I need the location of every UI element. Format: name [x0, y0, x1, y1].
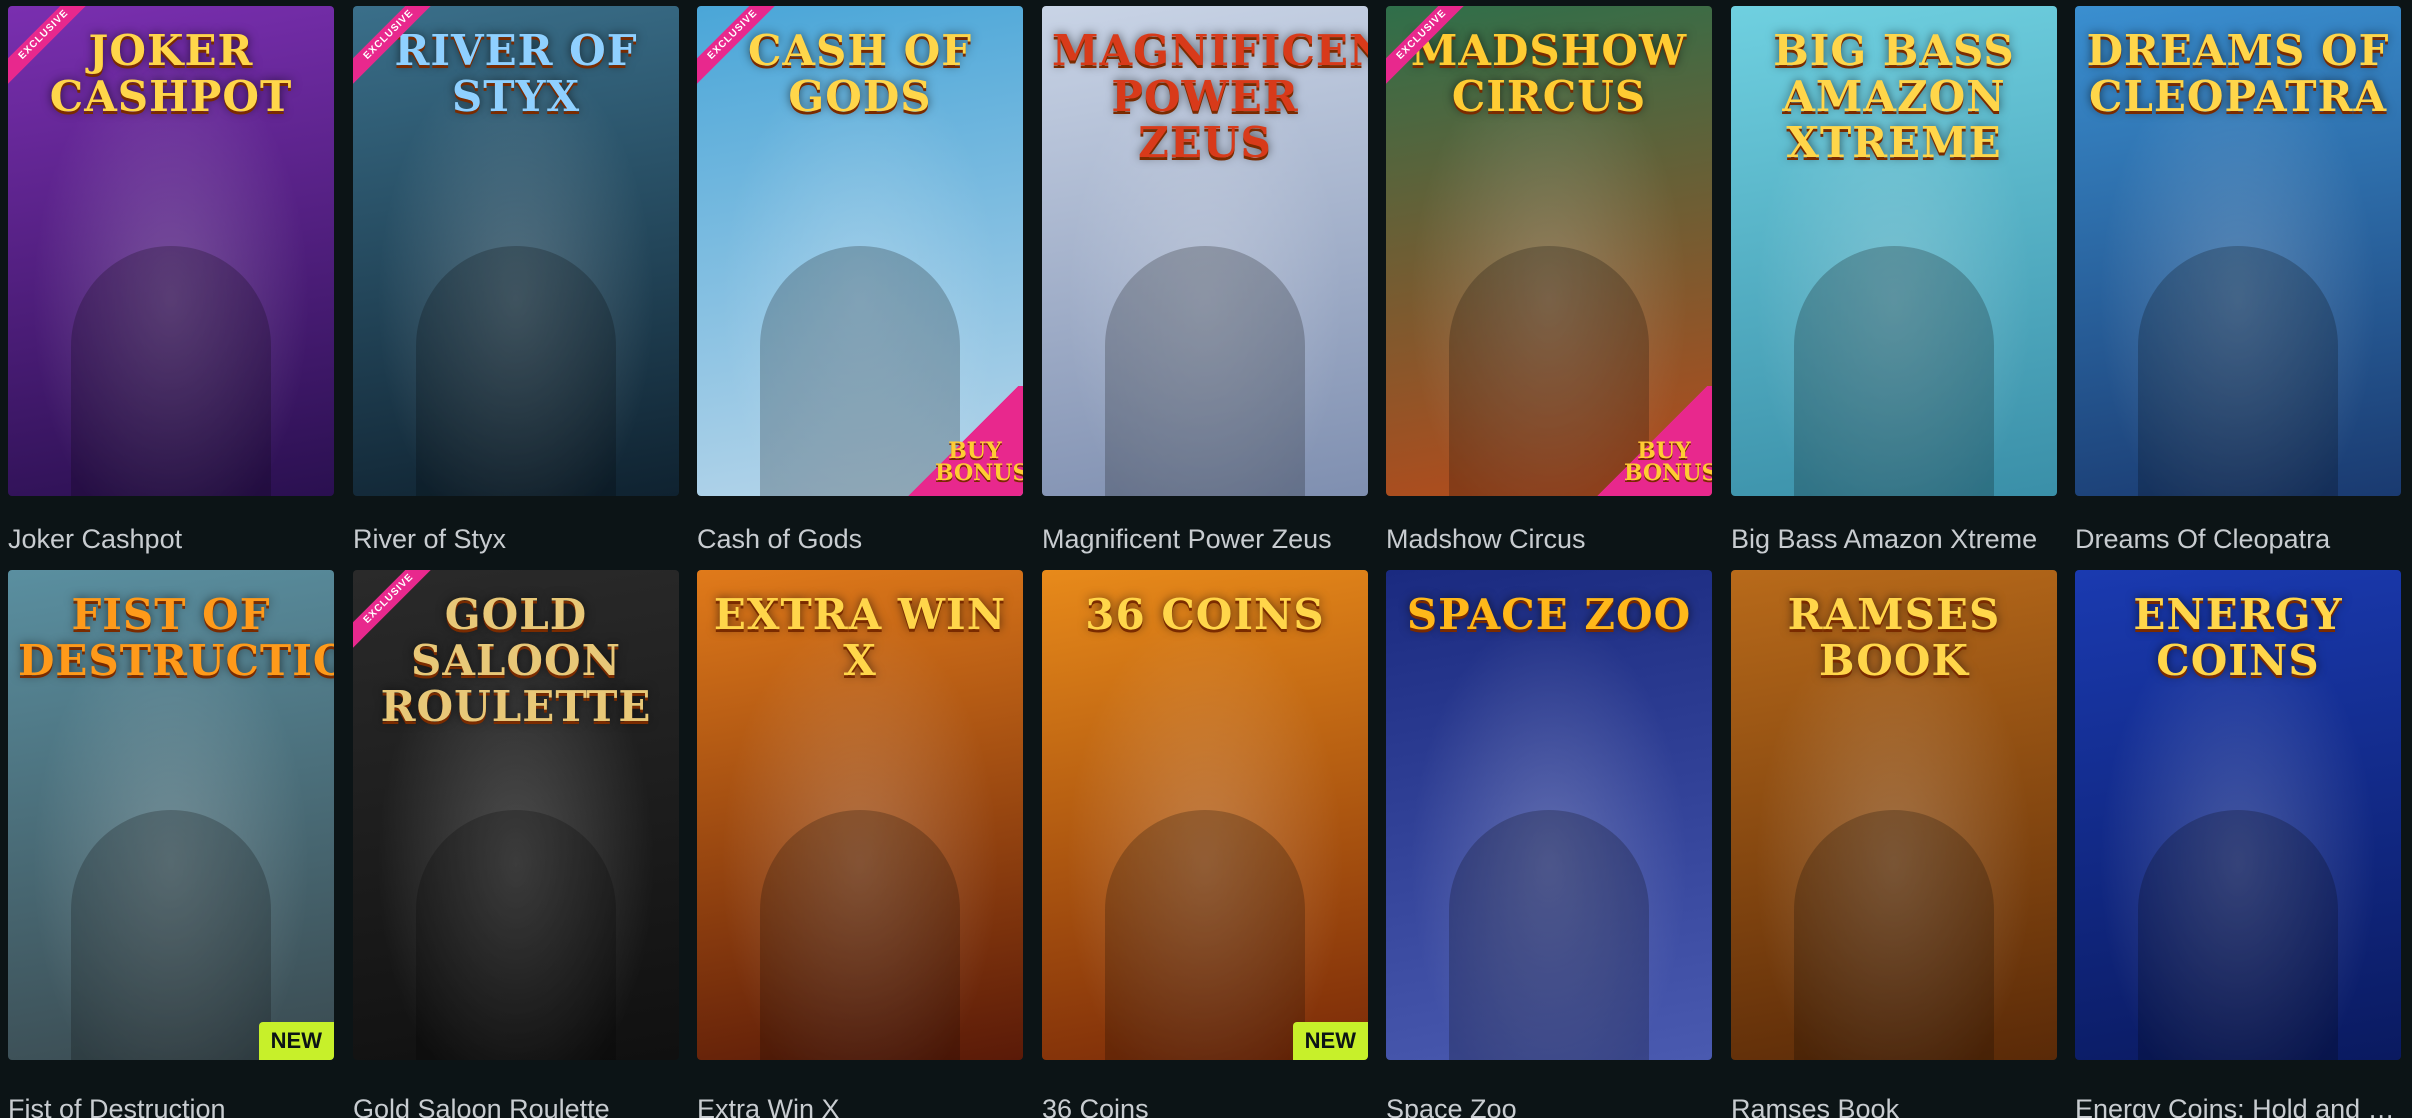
game-thumbnail[interactable]: RIVER OF STYX EXCLUSIVE	[353, 6, 679, 496]
buy-bonus-badge: BUY BONUS	[903, 386, 1023, 496]
game-logo: MADSHOW CIRCUS	[1410, 26, 1688, 121]
character-illustration	[71, 246, 271, 496]
game-tile-river-of-styx[interactable]: RIVER OF STYX EXCLUSIVE River of Styx	[353, 6, 679, 566]
game-thumbnail[interactable]: MADSHOW CIRCUS EXCLUSIVE BUY BONUS	[1386, 6, 1712, 496]
game-tile-energy-coins[interactable]: ENERGY COINS Energy Coins: Hold and W...	[2075, 570, 2401, 1118]
game-title[interactable]: Big Bass Amazon Xtreme	[1731, 522, 2057, 556]
character-illustration	[1794, 246, 1994, 496]
buy-bonus-label: BUY BONUS	[935, 438, 1023, 486]
game-thumbnail[interactable]: MAGNIFICENT POWER ZEUS	[1042, 6, 1368, 496]
game-title[interactable]: Cash of Gods	[697, 522, 1023, 556]
game-logo: RAMSES BOOK	[1787, 590, 2001, 685]
new-badge: NEW	[1292, 1022, 1368, 1060]
game-tile-joker-cashpot[interactable]: JOKER CASHPOT EXCLUSIVE Joker Cashpot	[8, 6, 334, 566]
game-tile-magnificent-power-zeus[interactable]: MAGNIFICENT POWER ZEUS Magnificent Power …	[1042, 6, 1368, 566]
character-illustration	[1449, 810, 1649, 1060]
game-logo: RIVER OF STYX	[394, 26, 638, 121]
game-logo: EXTRA WIN X	[713, 590, 1007, 685]
game-thumbnail[interactable]: FIST OF DESTRUCTION NEW	[8, 570, 334, 1060]
game-thumbnail[interactable]: ENERGY COINS	[2075, 570, 2401, 1060]
character-illustration	[71, 810, 271, 1060]
game-title[interactable]: Energy Coins: Hold and W...	[2075, 1092, 2401, 1118]
character-illustration	[416, 810, 616, 1060]
character-illustration	[760, 810, 960, 1060]
game-title[interactable]: Space Zoo	[1386, 1092, 1712, 1118]
game-thumbnail[interactable]: DREAMS OF CLEOPATRA	[2075, 6, 2401, 496]
game-title[interactable]: Joker Cashpot	[8, 522, 334, 556]
game-tile-space-zoo[interactable]: SPACE ZOO Space Zoo	[1386, 570, 1712, 1118]
game-title[interactable]: Gold Saloon Roulette	[353, 1092, 679, 1118]
game-tile-big-bass-amazon-xtreme[interactable]: BIG BASS AMAZON XTREME Big Bass Amazon Xt…	[1731, 6, 2057, 566]
game-thumbnail[interactable]: JOKER CASHPOT EXCLUSIVE	[8, 6, 334, 496]
game-tile-dreams-of-cleopatra[interactable]: DREAMS OF CLEOPATRA Dreams Of Cleopatra	[2075, 6, 2401, 566]
game-logo: JOKER CASHPOT	[49, 26, 293, 121]
game-logo: SPACE ZOO	[1406, 590, 1692, 639]
game-title[interactable]: Extra Win X	[697, 1092, 1023, 1118]
game-logo: MAGNIFICENT POWER ZEUS	[1052, 26, 1368, 167]
character-illustration	[1105, 810, 1305, 1060]
game-tile-ramses-book[interactable]: RAMSES BOOK Ramses Book	[1731, 570, 2057, 1118]
game-thumbnail[interactable]: RAMSES BOOK	[1731, 570, 2057, 1060]
game-logo: 36 COINS	[1085, 590, 1325, 639]
game-logo: CASH OF GODS	[747, 26, 973, 121]
character-illustration	[1105, 246, 1305, 496]
game-grid: JOKER CASHPOT EXCLUSIVE Joker Cashpot RIVER…	[0, 0, 2412, 1118]
character-illustration	[416, 246, 616, 496]
game-thumbnail[interactable]: EXTRA WIN X	[697, 570, 1023, 1060]
game-title[interactable]: Fist of Destruction	[8, 1092, 334, 1118]
game-thumbnail[interactable]: BIG BASS AMAZON XTREME	[1731, 6, 2057, 496]
game-tile-cash-of-gods[interactable]: CASH OF GODS EXCLUSIVE BUY BONUS Cash of Go…	[697, 6, 1023, 566]
game-title[interactable]: Ramses Book	[1731, 1092, 2057, 1118]
new-badge: NEW	[258, 1022, 334, 1060]
game-logo: GOLD SALOON ROULETTE	[380, 590, 652, 731]
game-logo: DREAMS OF CLEOPATRA	[2086, 26, 2390, 121]
buy-bonus-label: BUY BONUS	[1624, 438, 1712, 486]
game-logo: ENERGY COINS	[2133, 590, 2343, 685]
game-title[interactable]: Magnificent Power Zeus	[1042, 522, 1368, 556]
character-illustration	[2138, 810, 2338, 1060]
character-illustration	[1794, 810, 1994, 1060]
game-title[interactable]: Dreams Of Cleopatra	[2075, 522, 2401, 556]
game-tile-gold-saloon-roulette[interactable]: GOLD SALOON ROULETTE EXCLUSIVE Gold Saloon…	[353, 570, 679, 1118]
game-title[interactable]: 36 Coins	[1042, 1092, 1368, 1118]
game-title[interactable]: Madshow Circus	[1386, 522, 1712, 556]
game-title[interactable]: River of Styx	[353, 522, 679, 556]
game-thumbnail[interactable]: 36 COINS NEW	[1042, 570, 1368, 1060]
game-tile-fist-of-destruction[interactable]: FIST OF DESTRUCTION NEW Fist of Destructio…	[8, 570, 334, 1118]
game-thumbnail[interactable]: CASH OF GODS EXCLUSIVE BUY BONUS	[697, 6, 1023, 496]
buy-bonus-badge: BUY BONUS	[1592, 386, 1712, 496]
game-logo: FIST OF DESTRUCTION	[18, 590, 334, 685]
game-tile-36-coins[interactable]: 36 COINS NEW 36 Coins	[1042, 570, 1368, 1118]
character-illustration	[2138, 246, 2338, 496]
game-tile-madshow-circus[interactable]: MADSHOW CIRCUS EXCLUSIVE BUY BONUS Madshow …	[1386, 6, 1712, 566]
game-logo: BIG BASS AMAZON XTREME	[1773, 26, 2015, 167]
game-tile-extra-win-x[interactable]: EXTRA WIN X Extra Win X	[697, 570, 1023, 1118]
game-thumbnail[interactable]: GOLD SALOON ROULETTE EXCLUSIVE	[353, 570, 679, 1060]
game-thumbnail[interactable]: SPACE ZOO	[1386, 570, 1712, 1060]
